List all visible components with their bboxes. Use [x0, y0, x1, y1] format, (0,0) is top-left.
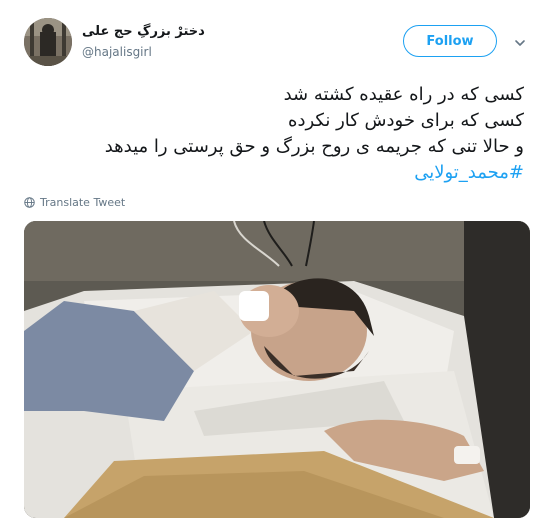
- tweet-text: کسی که در راه عقیده کشته شد کسی که برای …: [24, 82, 524, 186]
- translate-label: Translate Tweet: [40, 196, 126, 209]
- hashtag-link[interactable]: #محمد_تولایی: [24, 160, 524, 186]
- tweet-line: کسی که در راه عقیده کشته شد: [283, 84, 524, 105]
- tweet-line: و حالا تنی که جریمه ی روح بزرگ و حق پرست…: [104, 136, 524, 157]
- follow-button[interactable]: Follow: [403, 25, 497, 57]
- tweet-line: کسی که برای خودش کار نکرده: [288, 110, 524, 131]
- avatar[interactable]: [24, 18, 72, 66]
- tweet-photo[interactable]: [24, 221, 530, 518]
- chevron-down-icon[interactable]: [513, 36, 527, 50]
- translate-tweet-link[interactable]: Translate Tweet: [24, 196, 125, 209]
- globe-icon: [24, 197, 35, 208]
- user-handle[interactable]: @hajalisgirl: [82, 45, 152, 59]
- user-display-name[interactable]: دخترْ بزرگِ حج علی: [82, 24, 205, 39]
